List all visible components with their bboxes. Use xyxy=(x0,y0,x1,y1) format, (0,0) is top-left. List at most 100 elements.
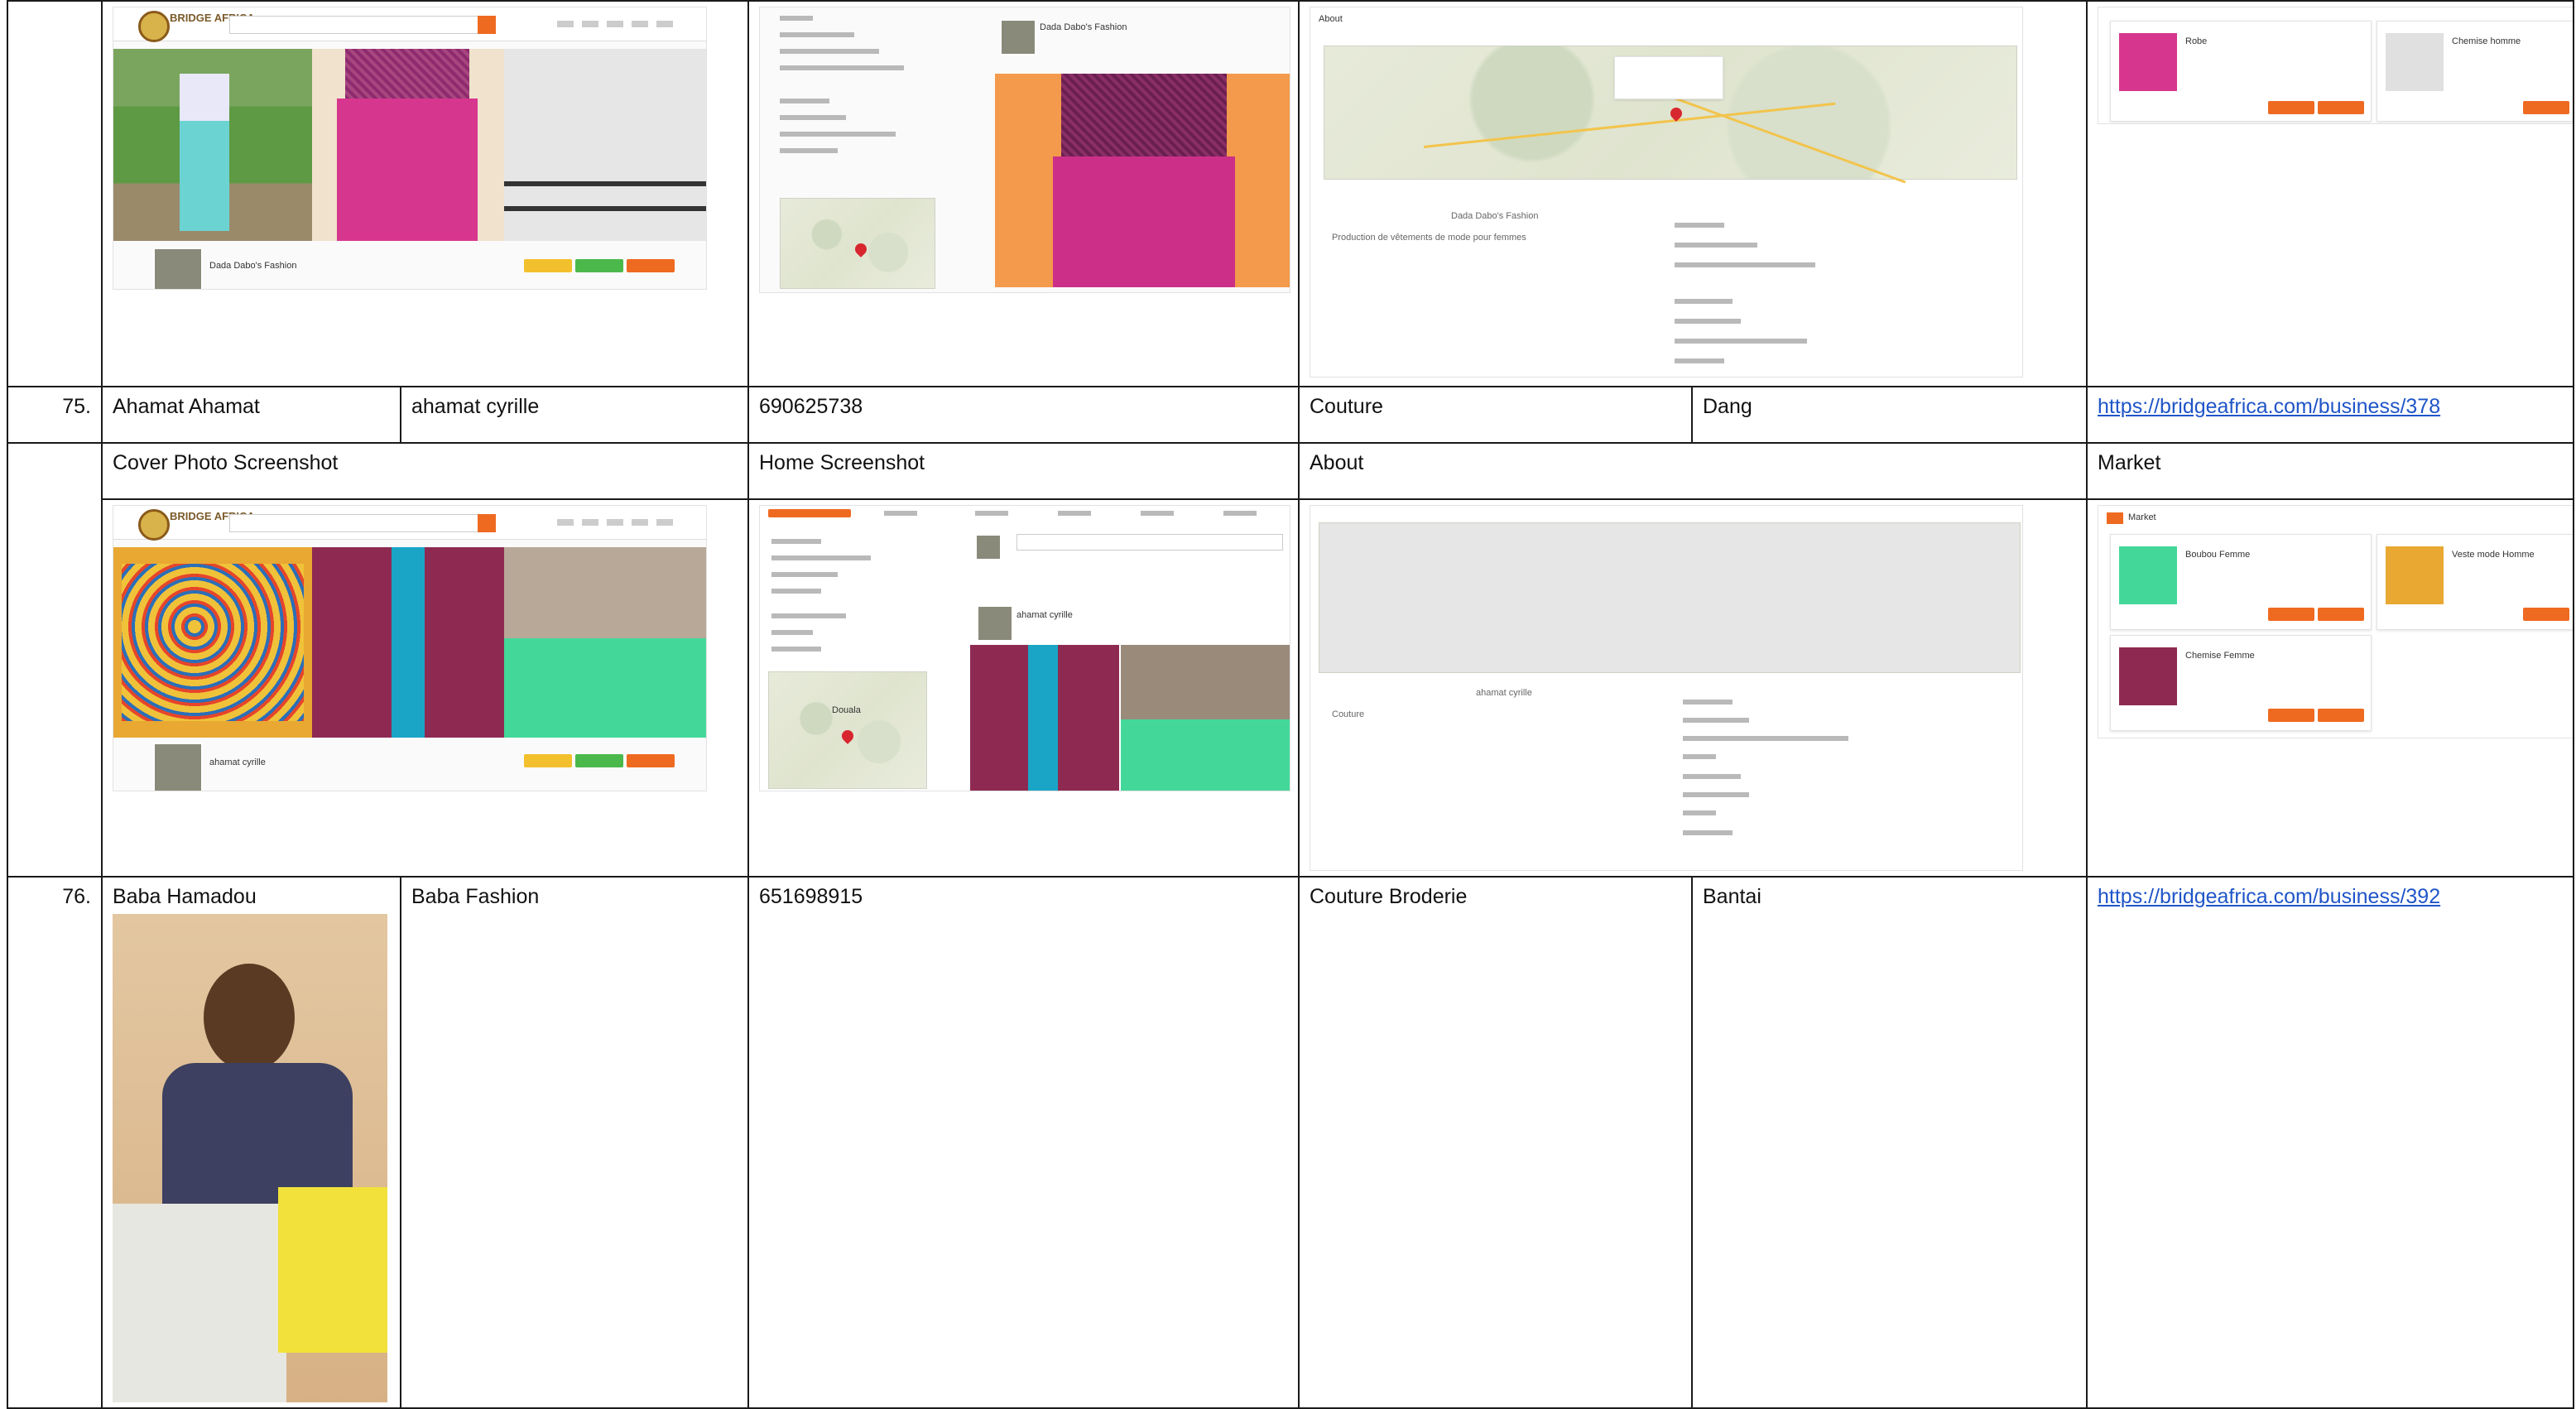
home-screenshot-cell: Dada Dabo's Fashion xyxy=(747,0,1300,387)
market-heading: Market xyxy=(2128,512,2156,522)
market-icon xyxy=(2107,512,2123,524)
buy-button[interactable] xyxy=(2523,608,2569,621)
add-to-cart-button[interactable] xyxy=(2318,709,2364,722)
header-nav[interactable] xyxy=(557,519,673,526)
product-card[interactable]: Veste mode Homme xyxy=(2377,534,2574,630)
add-to-cart-button[interactable] xyxy=(2318,101,2364,114)
business-url-link[interactable]: https://bridgeafrica.com/business/378 xyxy=(2098,395,2440,418)
about-description: Couture xyxy=(1332,709,1365,719)
empty-number-cell xyxy=(7,442,103,878)
entry-number: 75. xyxy=(7,386,103,444)
table-row: 75. Ahamat Ahamat ahamat cyrille 6906257… xyxy=(7,386,2574,444)
product-thumbnail xyxy=(2119,546,2177,604)
map-city-label: Douala xyxy=(832,705,861,715)
business-link-cell: https://bridgeafrica.com/business/392 xyxy=(2086,876,2574,1409)
location: Bantai xyxy=(1691,876,2088,1409)
about-screenshot: About Dada Dabo's Fashion Production de … xyxy=(1310,7,2023,377)
business-name-label: ahamat cyrille xyxy=(1016,610,1073,620)
search-input[interactable] xyxy=(229,16,479,34)
owner-name: Ahamat Ahamat xyxy=(101,386,401,444)
avatar xyxy=(975,534,1002,560)
market-screenshot: Market Boubou Femme Veste mode Homme Che… xyxy=(2098,505,2574,738)
product-name: Boubou Femme xyxy=(2185,550,2251,560)
follow-button[interactable] xyxy=(627,754,675,767)
buy-button[interactable] xyxy=(2268,608,2314,621)
community-button[interactable] xyxy=(524,259,572,272)
cover-photo-white-garment xyxy=(504,49,706,241)
cover-photo-wax-fabric xyxy=(113,547,312,738)
community-button[interactable] xyxy=(524,754,572,767)
product-thumbnail xyxy=(2386,33,2444,91)
business-name-label: ahamat cyrille xyxy=(209,757,266,767)
about-screenshot-cell: ahamat cyrille Couture xyxy=(1298,498,2088,878)
about-description: Production de vêtements de mode pour fem… xyxy=(1332,233,1526,243)
product-name: Chemise Femme xyxy=(2185,651,2255,661)
cover-photo-burgundy-garment xyxy=(312,547,504,738)
follow-button[interactable] xyxy=(627,259,675,272)
post-photo-garment xyxy=(970,645,1119,791)
previous-entry-screenshots-row: BRIDGE AFRICA Dada Dabo's Fashion Dada D… xyxy=(7,0,2574,387)
business-name-label: Dada Dabo's Fashion xyxy=(1451,211,1539,221)
message-button[interactable] xyxy=(575,259,623,272)
product-name: Veste mode Homme xyxy=(2452,550,2535,560)
search-input[interactable] xyxy=(229,514,479,532)
business-name: Baba Fashion xyxy=(400,876,749,1409)
add-to-cart-button[interactable] xyxy=(2573,101,2574,114)
about-screenshot-cell: About Dada Dabo's Fashion Production de … xyxy=(1298,0,2088,387)
message-button[interactable] xyxy=(575,754,623,767)
map-pin-icon xyxy=(853,241,869,257)
location-map[interactable]: Douala xyxy=(768,671,927,789)
business-register-table: BRIDGE AFRICA Dada Dabo's Fashion Dada D… xyxy=(7,0,2574,1409)
add-to-cart-button[interactable] xyxy=(2573,608,2574,621)
about-screenshot: ahamat cyrille Couture xyxy=(1310,505,2023,871)
home-screenshot: Douala ahamat cyrille xyxy=(759,505,1290,791)
location-map[interactable] xyxy=(1319,522,2021,673)
document-page: BRIDGE AFRICA Dada Dabo's Fashion Dada D… xyxy=(0,0,2576,1409)
phone-number: 690625738 xyxy=(747,386,1300,444)
bridge-africa-logo-icon xyxy=(138,509,170,541)
about-header: About xyxy=(1298,442,2088,500)
product-card[interactable]: Boubou Femme xyxy=(2110,534,2372,630)
location-map[interactable] xyxy=(780,198,935,289)
business-url-link[interactable]: https://bridgeafrica.com/business/392 xyxy=(2098,885,2440,908)
screenshot-headers-row: Cover Photo Screenshot Home Screenshot A… xyxy=(7,442,2574,878)
business-name-label: Dada Dabo's Fashion xyxy=(209,261,297,271)
location: Dang xyxy=(1691,386,2088,444)
product-card[interactable]: Chemise Femme xyxy=(2110,635,2372,731)
business-name-label: Dada Dabo's Fashion xyxy=(1040,22,1127,32)
business-name: ahamat cyrille xyxy=(400,386,749,444)
market-header: Market xyxy=(2086,442,2574,500)
map-info-card xyxy=(1614,56,1723,99)
business-link-cell: https://bridgeafrica.com/business/378 xyxy=(2086,386,2574,444)
avatar xyxy=(977,605,1013,642)
owner-name: Baba Hamadou xyxy=(113,885,257,908)
buy-button[interactable] xyxy=(2268,709,2314,722)
table-row: 76. Baba Hamadou Baba Fashion 651698915 … xyxy=(7,876,2574,1409)
about-heading: About xyxy=(1319,14,1343,24)
post-photo-tailor xyxy=(1121,645,1290,791)
phone-number: 651698915 xyxy=(747,876,1300,1409)
avatar xyxy=(1000,19,1036,55)
avatar xyxy=(153,248,203,289)
buy-button[interactable] xyxy=(2523,101,2569,114)
product-card[interactable]: Chemise homme xyxy=(2377,21,2574,122)
post-input[interactable] xyxy=(1016,534,1283,551)
avatar xyxy=(153,743,203,791)
product-thumbnail xyxy=(2119,647,2177,705)
header-nav[interactable] xyxy=(557,21,673,27)
add-to-cart-button[interactable] xyxy=(2318,608,2364,621)
tab-about[interactable] xyxy=(768,509,851,517)
map-pin-icon xyxy=(839,728,856,744)
search-icon[interactable] xyxy=(478,514,496,532)
empty-number-cell xyxy=(7,0,103,387)
cover-screenshot-cell: BRIDGE AFRICA ahamat cyrille xyxy=(101,498,749,878)
product-thumbnail xyxy=(2119,33,2177,91)
cover-header: Cover Photo Screenshot xyxy=(101,442,749,500)
search-icon[interactable] xyxy=(478,16,496,34)
product-card[interactable]: Robe xyxy=(2110,21,2372,122)
home-screenshot: Dada Dabo's Fashion xyxy=(759,7,1290,293)
buy-button[interactable] xyxy=(2268,101,2314,114)
cover-photo-pink-dress xyxy=(312,49,504,241)
location-map[interactable] xyxy=(1324,46,2017,184)
home-header: Home Screenshot xyxy=(747,442,1300,500)
